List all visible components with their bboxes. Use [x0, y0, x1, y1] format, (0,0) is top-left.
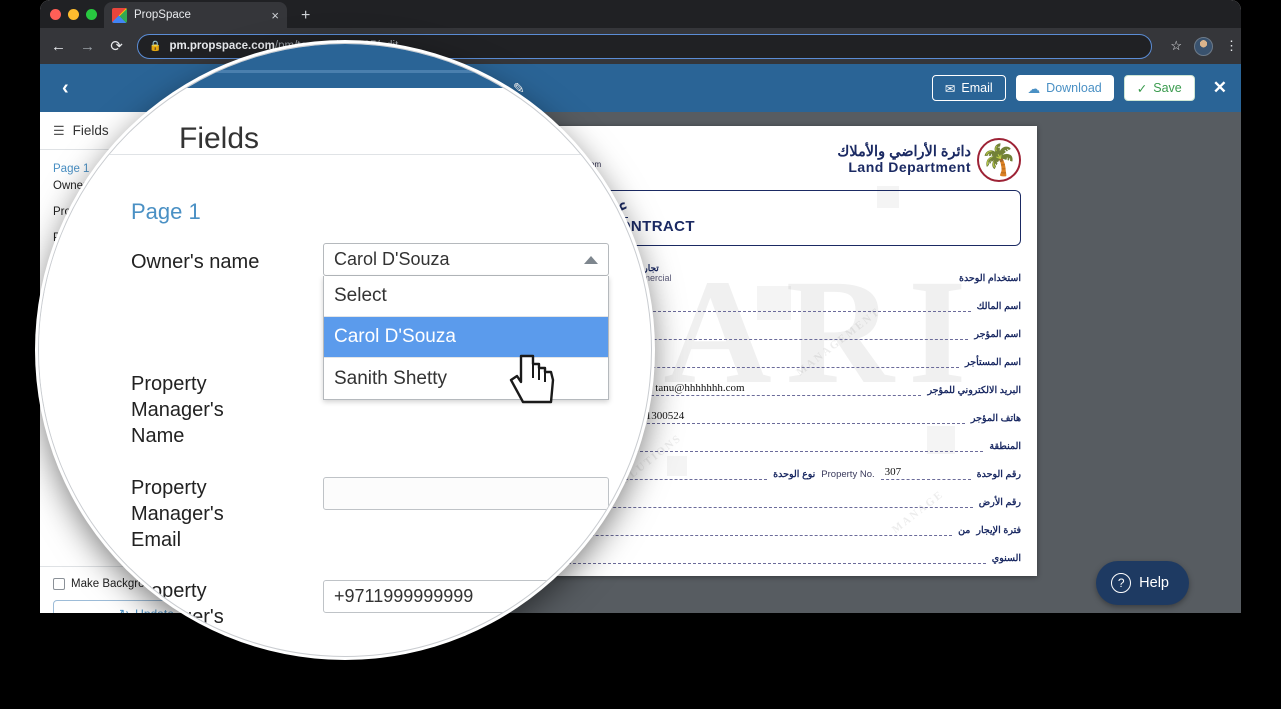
envelope-icon: ✉	[944, 81, 956, 96]
owner-name-select-group[interactable]: Carol D'Souza Select Carol D'Souza Sanit…	[323, 243, 609, 400]
landlord-phone-label-ar: هاتف المؤجر	[970, 413, 1021, 424]
magnifier-content: Fields Page 1 Owner's name Carol D'Souza…	[39, 44, 651, 656]
close-window-button[interactable]	[50, 9, 61, 20]
landlord-phone-line[interactable]: 971 561300524	[611, 410, 965, 424]
cloud-download-icon: ☁	[1027, 81, 1041, 96]
magnified-divider	[39, 154, 651, 155]
magnified-label-pm-mobile: Property Manager's Mobile	[131, 580, 224, 654]
owner-name-selected-value: Carol D'Souza	[334, 249, 450, 269]
pm-email-input[interactable]	[323, 477, 609, 510]
magnified-field-grid: Owner's name Carol D'Souza Select Carol …	[131, 243, 631, 656]
screenshot-root: PropSpace × + ← → ⟳ 🔒 pm.propspace.com/p…	[0, 0, 1281, 709]
dropdown-option-select[interactable]: Select	[324, 276, 608, 317]
help-label: Help	[1139, 575, 1169, 591]
magnifier-lens: Fields Page 1 Owner's name Carol D'Souza…	[38, 43, 652, 657]
minimize-window-button[interactable]	[68, 9, 79, 20]
dropdown-option-sanith[interactable]: Sanith Shetty	[324, 358, 608, 399]
location-label-ar: المنطقة	[989, 441, 1021, 452]
save-button[interactable]: ✓ Save	[1123, 75, 1195, 101]
profile-avatar[interactable]	[1194, 36, 1213, 56]
magnified-form: Page 1 Owner's name Carol D'Souza Select…	[131, 199, 631, 656]
palm-tree-logo-icon: 🌴	[977, 138, 1021, 182]
magnified-app-header	[39, 44, 651, 88]
save-button-label: Save	[1153, 81, 1182, 95]
favicon-icon	[112, 7, 127, 23]
from-label-ar: من	[958, 525, 971, 536]
pm-mobile-input-group[interactable]: +9711999999999	[323, 580, 609, 613]
magnified-sidebar-backdrop	[39, 88, 131, 656]
owner-name-label: اسم المالك	[976, 301, 1021, 312]
bookmark-star-icon[interactable]: ☆	[1170, 38, 1182, 54]
tenant-name-label: اسم المستأجر	[965, 357, 1021, 368]
owner-name-dropdown-menu[interactable]: Select Carol D'Souza Sanith Shetty	[323, 276, 609, 400]
property-no-value: 307	[884, 466, 902, 478]
land-department-logo-group: دائرة الأراضي والأملاك Land Department 🌴	[837, 138, 1021, 182]
unit-type-label: نوع الوحدة	[773, 469, 816, 480]
close-tab-icon[interactable]: ×	[271, 9, 279, 22]
annual-label: السنوي	[991, 553, 1021, 564]
property-no-label-en: Property No.	[821, 469, 875, 480]
authority-name-arabic: دائرة الأراضي والأملاك	[837, 144, 971, 161]
landlord-email-line[interactable]: tanu@hhhhhhh.com	[651, 382, 922, 396]
pm-email-input-group[interactable]	[323, 477, 609, 510]
email-button[interactable]: ✉ Email	[931, 75, 1006, 101]
pm-mobile-input[interactable]: +9711999999999	[323, 580, 609, 613]
help-widget[interactable]: ? Help	[1096, 561, 1189, 605]
download-button-label: Download	[1046, 81, 1102, 95]
hand-pointer-cursor	[509, 354, 555, 404]
magnified-header-line	[39, 70, 651, 73]
landlord-email-label-ar: البريد الالكتروني للمؤجر	[927, 385, 1021, 396]
dropdown-option-carol[interactable]: Carol D'Souza	[324, 317, 608, 358]
maximize-window-button[interactable]	[86, 9, 97, 20]
browser-menu-icon[interactable]: ⋮	[1225, 39, 1238, 51]
property-no-line[interactable]: 307	[880, 466, 971, 480]
lessor-name-label: اسم المؤجر	[974, 329, 1021, 340]
landlord-email-value: tanu@hhhhhhh.com	[655, 382, 745, 394]
unit-usage-label: استخدام الوحدة	[958, 273, 1021, 284]
question-circle-icon: ?	[1111, 573, 1132, 593]
window-traffic-lights	[50, 9, 97, 20]
chevron-up-icon[interactable]	[584, 255, 598, 264]
browser-tab-strip: PropSpace × +	[40, 0, 1241, 28]
rent-period-label: فترة الإيجار	[976, 525, 1021, 536]
new-tab-button[interactable]: +	[301, 7, 310, 28]
property-no-label-ar: رقم الوحدة	[976, 469, 1021, 480]
magnified-page-label: Page 1	[131, 199, 201, 224]
magnified-label-owner-name: Owner's name	[131, 251, 260, 273]
check-icon: ✓	[1136, 81, 1148, 96]
magnified-fields-heading: Fields	[179, 122, 260, 155]
authority-name: دائرة الأراضي والأملاك Land Department	[837, 144, 971, 176]
plot-no-label-ar: رقم الأرض	[978, 497, 1021, 508]
magnified-label-pm-email: Property Manager's Email	[131, 477, 224, 551]
magnified-label-pm-name: Property Manager's Name	[131, 373, 224, 447]
download-button[interactable]: ☁ Download	[1015, 75, 1114, 101]
authority-name-english: Land Department	[848, 159, 971, 176]
email-button-label: Email	[961, 81, 993, 95]
palm-glyph: 🌴	[980, 143, 1018, 177]
owner-name-select[interactable]: Carol D'Souza	[323, 243, 609, 276]
tab-title: PropSpace	[134, 9, 191, 21]
close-icon[interactable]: ✕	[1213, 78, 1227, 98]
browser-tab[interactable]: PropSpace ×	[104, 2, 287, 28]
